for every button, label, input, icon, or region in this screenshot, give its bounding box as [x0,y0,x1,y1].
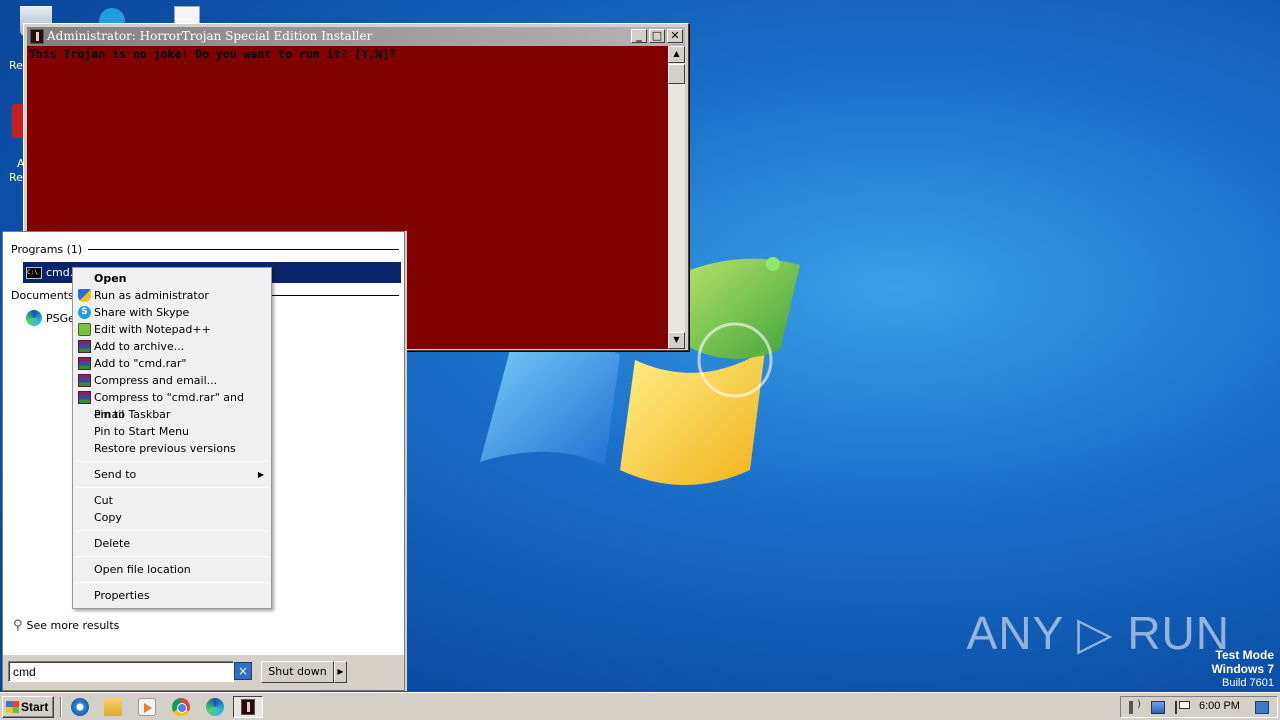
start-button-label: Start [21,700,49,714]
close-button[interactable]: ✕ [667,29,683,43]
clear-search-icon[interactable]: × [234,662,252,680]
scroll-thumb[interactable] [668,64,685,84]
menu-item-restore-previous-versions[interactable]: Restore previous versions [73,440,271,457]
menu-item-label: Copy [94,511,122,524]
menu-item-edit-with-notepadpp[interactable]: Edit with Notepad++ [73,321,271,338]
network-icon[interactable] [1151,701,1165,714]
console-title: Administrator: HorrorTrojan Special Edit… [47,29,373,43]
submenu-arrow-icon: ▶ [257,470,264,479]
skype-icon: S [78,306,91,319]
menu-item-run-as-administrator[interactable]: Run as administrator [73,287,271,304]
notepadpp-icon [78,323,91,336]
show-desktop-icon[interactable] [1255,701,1269,714]
menu-item-label: Pin to Taskbar [94,408,171,421]
winrar-icon [78,357,91,370]
windows-flag-icon [6,701,19,713]
menu-item-label: Compress and email... [94,374,218,387]
menu-item-label: Add to archive... [94,340,185,353]
console-app-icon [241,699,255,715]
build-text: Build 7601 [1222,677,1274,689]
winrar-icon [78,391,91,404]
menu-item-label: Properties [94,589,150,602]
cmd-icon: C:\ [26,266,42,279]
test-mode-label: Test Mode Windows 7 Build 7601 [1211,648,1274,690]
documents-header-label: Documents ( [11,289,82,302]
menu-item-label: Delete [94,537,131,550]
maximize-button[interactable]: □ [649,29,665,43]
menu-item-properties[interactable]: Properties [73,587,271,604]
start-search-bar: cmd × Shut down ▶ [3,654,404,690]
menu-item-compress-and-email[interactable]: Compress and email... [73,372,271,389]
anyrun-watermark: ANY ▷ RUN [966,607,1230,659]
menu-item-label: Add to "cmd.rar" [94,357,187,370]
console-title-bar[interactable]: Administrator: HorrorTrojan Special Edit… [27,27,685,46]
taskbar-separator [60,697,62,717]
menu-item-add-to-archive[interactable]: Add to archive... [73,338,271,355]
edge-icon[interactable] [206,698,224,716]
menu-item-add-to-cmd-rar[interactable]: Add to "cmd.rar" [73,355,271,372]
menu-item-label: Edit with Notepad++ [94,323,211,336]
internet-explorer-icon[interactable] [71,698,89,716]
system-tray: 6:00 PM [1120,696,1278,718]
menu-separator [75,461,269,462]
shutdown-control: Shut down ▶ [261,661,347,683]
console-prompt-text: This Trojan is no joke! Do you want to r… [29,47,396,61]
shield-icon [78,289,91,302]
edge-icon [26,310,42,326]
shutdown-button[interactable]: Shut down [261,661,334,683]
see-more-results-link[interactable]: ⚲ See more results [13,618,119,633]
menu-item-label: Run as administrator [94,289,209,302]
menu-item-label: Pin to Start Menu [94,425,190,438]
menu-item-delete[interactable]: Delete [73,535,271,552]
menu-item-label: Cut [94,494,113,507]
taskbar: Start 6:00 PM [0,692,1280,720]
menu-item-label: Restore previous versions [94,442,236,455]
search-icon: ⚲ [13,618,23,633]
scroll-down-arrow-icon[interactable]: ▼ [668,332,685,349]
taskbar-console-button[interactable] [233,696,263,718]
menu-item-open[interactable]: Open [73,270,271,287]
menu-separator [75,556,269,557]
minimize-button[interactable]: _ [631,29,647,43]
speaker-icon[interactable] [1129,699,1143,714]
start-button[interactable]: Start [2,696,54,718]
os-name-text: Windows 7 [1211,662,1274,676]
start-search-input[interactable]: cmd [8,661,234,682]
see-more-results-label: See more results [26,619,120,632]
menu-item-label: Open [94,272,127,285]
menu-item-send-to[interactable]: Send to ▶ [73,466,271,483]
test-mode-text: Test Mode [1215,648,1274,662]
menu-separator [75,487,269,488]
media-player-icon[interactable] [138,698,156,716]
scroll-up-arrow-icon[interactable]: ▲ [668,46,685,63]
console-scrollbar[interactable]: ▲ ▼ [668,46,685,349]
winrar-icon [78,374,91,387]
menu-item-open-file-location[interactable]: Open file location [73,561,271,578]
menu-item-label: Open file location [94,563,191,576]
desktop-icon-label: Re [9,171,23,184]
menu-item-label: Send to [94,468,137,481]
action-center-flag-icon[interactable] [1175,701,1190,714]
desktop-icon-label: Re [9,59,23,72]
menu-item-compress-to-cmd-rar-and-email[interactable]: Compress to "cmd.rar" and email [73,389,271,421]
menu-item-pin-to-taskbar[interactable]: Pin to Taskbar [73,406,271,423]
menu-separator [75,530,269,531]
file-explorer-icon[interactable] [104,698,122,716]
menu-item-cut[interactable]: Cut [73,492,271,509]
context-menu: Open Run as administrator S Share with Sk… [72,267,272,609]
menu-item-copy[interactable]: Copy [73,509,271,526]
programs-header-label: Programs (1) [11,243,83,256]
programs-header: Programs (1) [11,243,399,256]
clock[interactable]: 6:00 PM [1199,700,1240,712]
menu-item-share-with-skype[interactable]: S Share with Skype [73,304,271,321]
chrome-icon[interactable] [172,698,190,716]
console-app-icon [30,29,44,44]
menu-item-pin-to-start-menu[interactable]: Pin to Start Menu [73,423,271,440]
shutdown-options-arrow-icon[interactable]: ▶ [334,661,347,683]
menu-item-label: Share with Skype [94,306,190,319]
winrar-icon [78,340,91,353]
menu-separator [75,582,269,583]
